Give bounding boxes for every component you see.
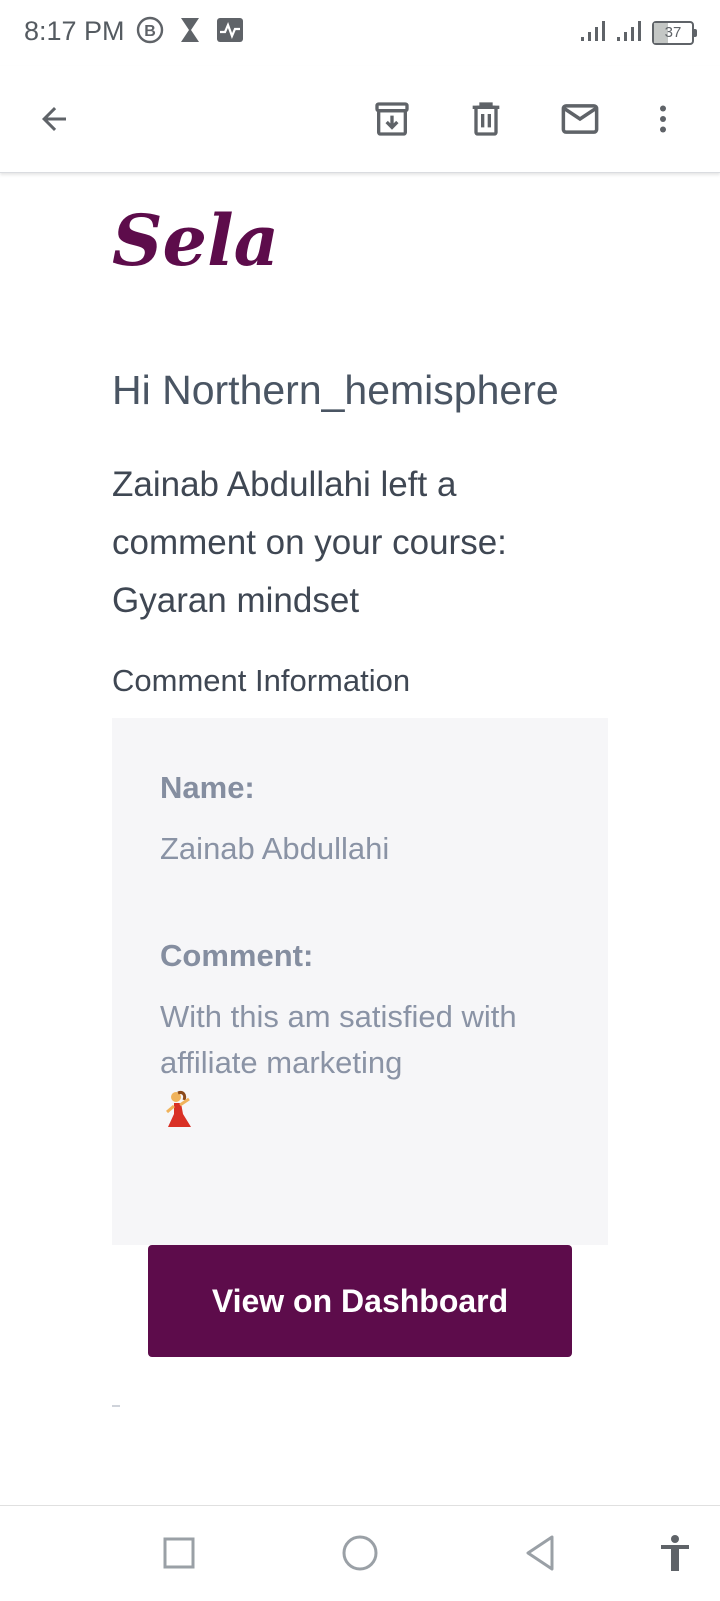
home-circle-icon [342,1535,378,1571]
archive-button[interactable] [365,92,419,146]
battery-icon: 37 [652,20,697,45]
signal-bars-icon [616,18,646,47]
activity-monitor-icon [216,17,244,48]
comment-label: Comment: [160,938,314,973]
delete-button[interactable] [459,92,513,146]
divider [112,1405,120,1407]
view-on-dashboard-button[interactable]: View on Dashboard [148,1245,572,1357]
signal-bars-icon [580,18,610,47]
svg-text:B: B [144,23,156,40]
accessibility-button[interactable] [650,1528,700,1578]
comment-information-heading: Comment Information [112,663,411,698]
back-arrow-icon [42,107,66,131]
mark-unread-button[interactable] [553,92,607,146]
selar-logo: Selar [110,193,321,288]
archive-icon [375,102,409,136]
back-triangle-icon [526,1535,554,1571]
status-time: 8:17 PM [24,16,125,46]
status-bar: 8:17 PM B 37 [0,0,720,66]
bitcoin-badge-icon: B [136,16,164,49]
comment-information-box: Name: Zainab Abdullahi Comment: With thi… [112,718,608,1245]
back-button[interactable] [27,92,81,146]
accessibility-icon [661,1535,689,1571]
hourglass-icon [178,16,202,49]
comment-value: With this am satisfied with affiliate ma… [160,999,517,1080]
battery-level: 37 [664,23,682,41]
recents-button[interactable] [154,1528,204,1578]
email-toolbar [0,66,720,173]
email-greeting: Hi Northern_hemisphere [112,367,559,413]
status-notification-icons: B [136,16,244,49]
status-right-icons: 37 [580,18,697,47]
recents-square-icon [163,1537,195,1569]
more-options-button[interactable] [636,92,690,146]
system-navigation-bar [0,1505,720,1601]
email-message: Zainab Abdullahi left a comment on your … [112,465,507,620]
selar-logo-text: Selar [112,199,280,282]
home-button[interactable] [335,1528,385,1578]
dancer-emoji-icon [162,1090,194,1135]
mail-icon [561,104,599,134]
more-vert-icon [660,105,666,133]
name-label: Name: [160,770,255,805]
trash-icon [472,102,500,136]
system-back-button[interactable] [515,1528,565,1578]
name-value: Zainab Abdullahi [160,831,390,866]
